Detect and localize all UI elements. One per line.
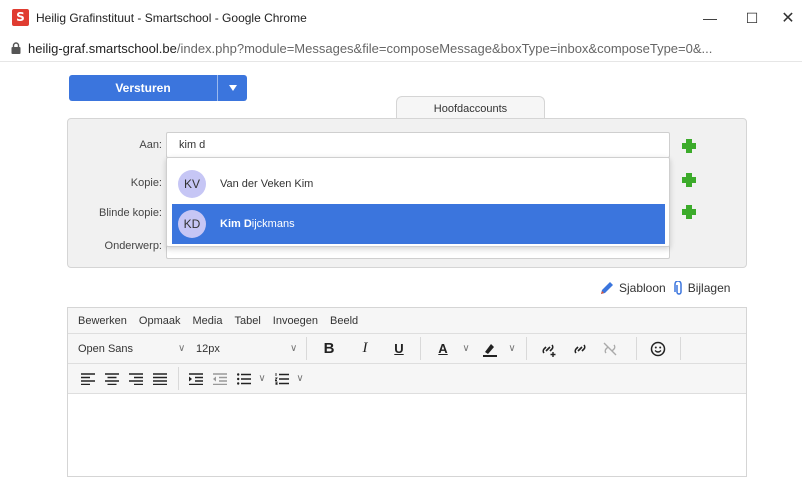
unlink-button[interactable] xyxy=(598,334,622,363)
toolbar-divider xyxy=(636,337,637,360)
url-host: heilig-graf.smartschool.be xyxy=(28,41,177,56)
chevron-down-icon: ∨ xyxy=(296,373,304,384)
highlight-button[interactable] xyxy=(478,334,502,363)
chevron-down-icon: ∨ xyxy=(290,343,298,354)
avatar: KV xyxy=(178,170,206,198)
italic-button[interactable]: I xyxy=(354,334,376,363)
chevron-down-icon: ∨ xyxy=(508,343,516,354)
suggestion-name: Van der Veken Kim xyxy=(220,178,314,190)
chevron-down-icon: ∨ xyxy=(178,343,186,354)
align-left-icon xyxy=(81,372,95,385)
add-cc-plus-icon[interactable] xyxy=(682,173,696,187)
avatar: KD xyxy=(178,210,206,238)
close-button[interactable]: ✕ xyxy=(768,6,802,30)
editor-toolbar-format: Open Sans ∨ 12px ∨ B I U A ∨ ∨ xyxy=(68,334,746,364)
url-text[interactable]: heilig-graf.smartschool.be/index.php?mod… xyxy=(28,41,712,56)
minimize-button[interactable]: — xyxy=(690,6,730,30)
highlighter-icon xyxy=(483,343,497,357)
bold-button[interactable]: B xyxy=(318,334,340,363)
outdent-icon xyxy=(213,372,227,385)
to-input[interactable]: kim d xyxy=(166,132,670,158)
subject-label: Onderwerp: xyxy=(104,240,162,252)
template-link[interactable]: Sjabloon xyxy=(619,281,666,295)
menu-media[interactable]: Media xyxy=(193,315,223,327)
paperclip-icon[interactable] xyxy=(673,280,684,296)
send-options-caret[interactable] xyxy=(217,75,247,101)
chevron-down-icon: ∨ xyxy=(258,373,266,384)
caret-down-icon xyxy=(228,85,237,91)
to-label: Aan: xyxy=(139,139,162,151)
align-center-button[interactable] xyxy=(102,364,122,393)
numbered-list-button[interactable] xyxy=(272,364,292,393)
highlight-chevron[interactable]: ∨ xyxy=(504,334,516,363)
bullet-list-button[interactable] xyxy=(234,364,254,393)
emoji-button[interactable] xyxy=(646,334,670,363)
tab-hoofdaccounts[interactable]: Hoofdaccounts xyxy=(396,96,545,120)
window-title: Heilig Grafinstituut - Smartschool - Goo… xyxy=(36,11,307,25)
pencil-icon[interactable] xyxy=(600,281,614,295)
font-family-select[interactable]: Open Sans ∨ xyxy=(78,334,198,363)
outdent-button[interactable] xyxy=(210,364,230,393)
menu-beeld[interactable]: Beeld xyxy=(330,315,358,327)
window-titlebar: S Heilig Grafinstituut - Smartschool - G… xyxy=(0,0,802,36)
add-to-plus-icon[interactable] xyxy=(682,139,696,153)
bullet-list-icon xyxy=(237,372,251,385)
text-color-chevron[interactable]: ∨ xyxy=(458,334,470,363)
link-plus-icon xyxy=(542,343,556,357)
bullet-list-chevron[interactable]: ∨ xyxy=(254,364,266,393)
cc-label: Kopie: xyxy=(130,177,162,189)
align-justify-button[interactable] xyxy=(150,364,170,393)
menu-invoegen[interactable]: Invoegen xyxy=(273,315,318,327)
text-color-button[interactable]: A xyxy=(430,334,456,363)
numbered-list-icon xyxy=(275,372,289,385)
chevron-down-icon: ∨ xyxy=(462,343,470,354)
toolbar-divider xyxy=(306,337,307,360)
menu-opmaak[interactable]: Opmaak xyxy=(139,315,181,327)
message-editor: Bewerken Opmaak Media Tabel Invoegen Bee… xyxy=(67,307,747,477)
editor-content-area[interactable] xyxy=(68,394,746,476)
recipient-suggestions: KV Van der Veken Kim KD Kim Dijckmans xyxy=(166,157,670,247)
underline-button[interactable]: U xyxy=(388,334,410,363)
font-family-value: Open Sans xyxy=(78,342,134,355)
indent-icon xyxy=(189,372,203,385)
indent-button[interactable] xyxy=(186,364,206,393)
toolbar-divider xyxy=(178,367,179,390)
align-right-button[interactable] xyxy=(126,364,146,393)
align-right-icon xyxy=(129,372,143,385)
maximize-button[interactable]: ☐ xyxy=(732,6,772,30)
editor-menubar: Bewerken Opmaak Media Tabel Invoegen Bee… xyxy=(68,308,746,334)
url-path: /index.php?module=Messages&file=composeM… xyxy=(176,41,713,56)
insert-link-button[interactable] xyxy=(536,334,560,363)
suggestion-item-selected[interactable]: KD Kim Dijckmans xyxy=(172,204,665,244)
smiley-icon xyxy=(650,341,666,356)
lock-icon xyxy=(11,42,21,54)
compose-links: Sjabloon Bijlagen xyxy=(600,280,730,296)
send-button[interactable]: Versturen xyxy=(69,75,217,101)
add-bcc-plus-icon[interactable] xyxy=(682,205,696,219)
smartschool-logo-icon: S xyxy=(12,9,29,26)
unlink-icon xyxy=(603,342,617,355)
align-center-icon xyxy=(105,372,119,385)
suggestion-name: Kim Dijckmans xyxy=(220,218,295,230)
align-left-button[interactable] xyxy=(78,364,98,393)
send-button-group: Versturen xyxy=(69,75,247,101)
align-justify-icon xyxy=(153,372,167,385)
font-size-select[interactable]: 12px ∨ xyxy=(196,334,316,363)
suggestion-item[interactable]: KV Van der Veken Kim xyxy=(172,164,665,204)
toolbar-divider xyxy=(420,337,421,360)
suggestion-match: Kim D xyxy=(220,218,252,230)
editor-toolbar-paragraph: ∨ ∨ xyxy=(68,364,746,394)
bcc-label: Blinde kopie: xyxy=(99,207,162,219)
address-bar[interactable]: heilig-graf.smartschool.be/index.php?mod… xyxy=(0,36,802,62)
numbered-list-chevron[interactable]: ∨ xyxy=(292,364,304,393)
toolbar-divider xyxy=(526,337,527,360)
attachments-link[interactable]: Bijlagen xyxy=(688,281,731,295)
menu-tabel[interactable]: Tabel xyxy=(234,315,260,327)
menu-bewerken[interactable]: Bewerken xyxy=(78,315,127,327)
edit-link-button[interactable] xyxy=(568,334,592,363)
link-icon xyxy=(574,343,586,354)
font-size-value: 12px xyxy=(196,342,220,355)
suggestion-rest: ijckmans xyxy=(251,218,295,230)
toolbar-divider xyxy=(680,337,681,360)
